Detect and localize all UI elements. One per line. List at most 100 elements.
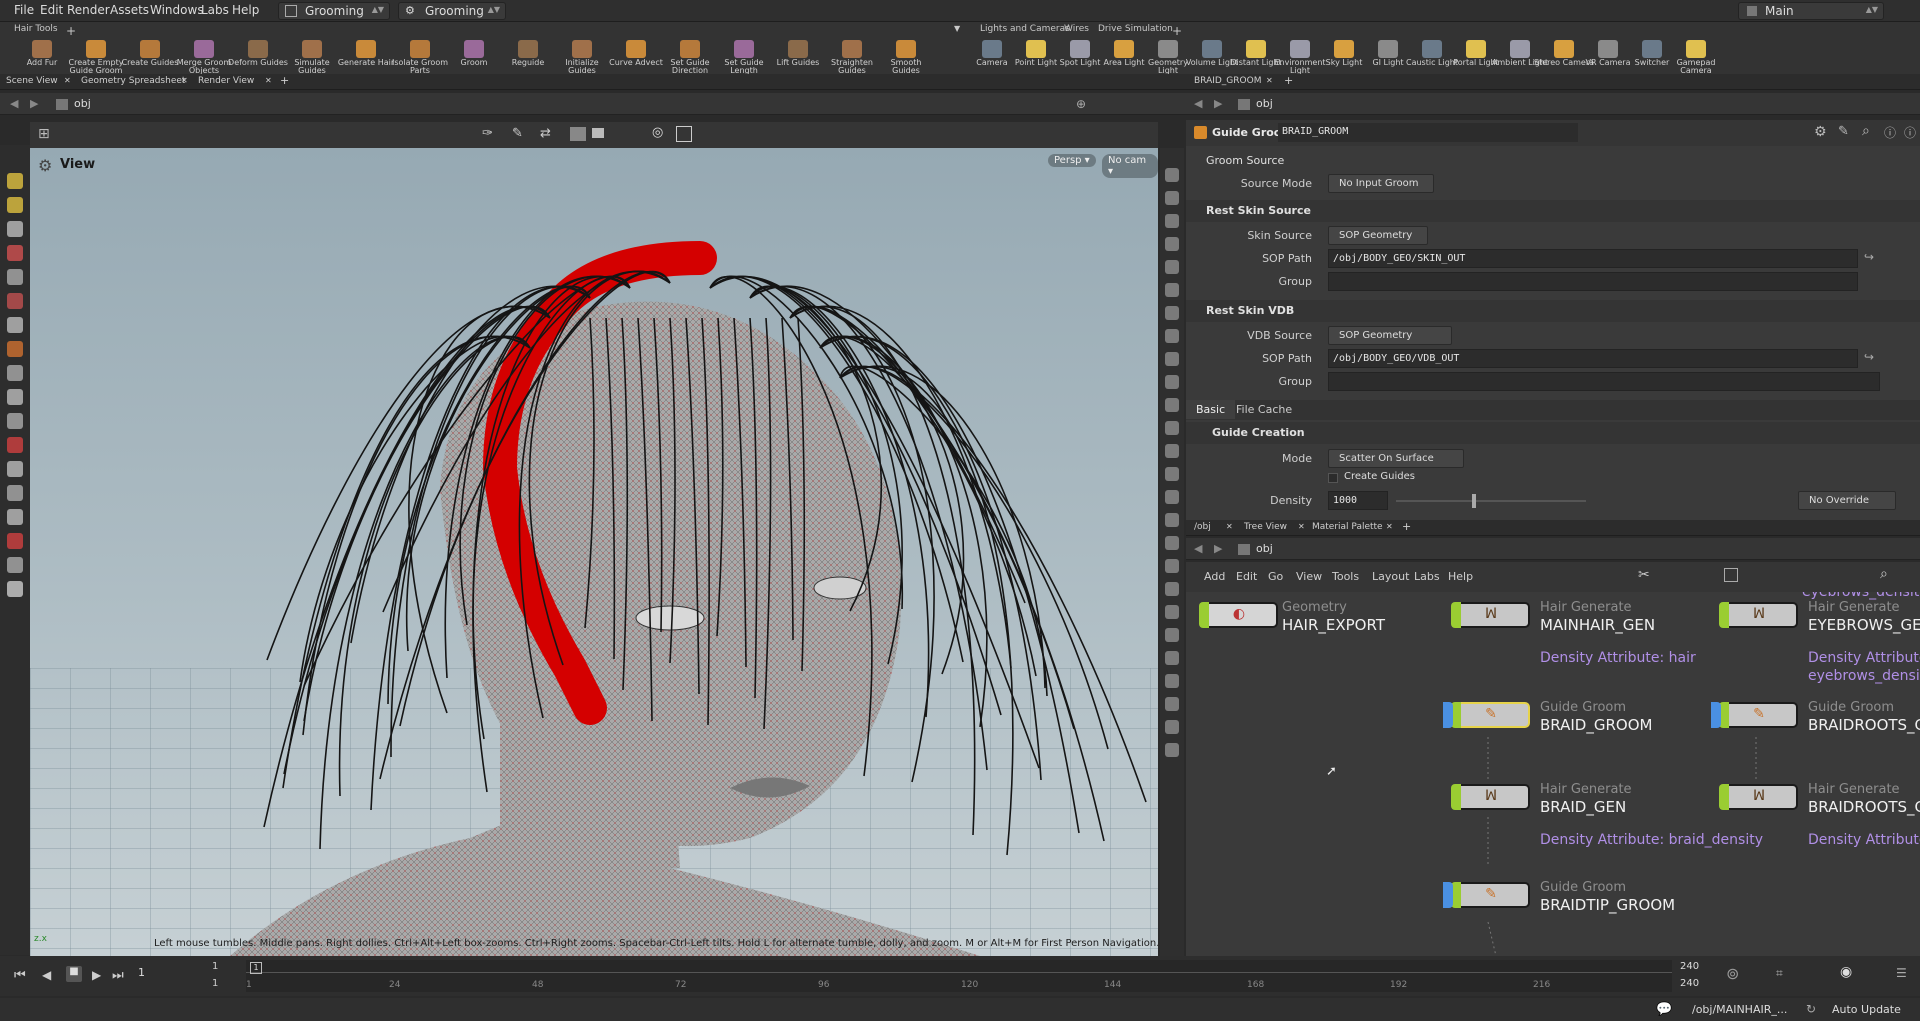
display-option-icon[interactable] bbox=[1165, 559, 1179, 573]
stop-icon[interactable]: ■ bbox=[66, 966, 82, 982]
start-frame[interactable]: 1 bbox=[212, 961, 218, 972]
tools-icon[interactable]: ✂ bbox=[1638, 567, 1650, 583]
viewport-tool-icon[interactable] bbox=[7, 557, 23, 573]
add-shelf-icon[interactable]: + bbox=[66, 24, 76, 38]
sop-path-field[interactable]: /obj/BODY_GEO/SKIN_OUT bbox=[1328, 249, 1858, 268]
viewport-tool-icon[interactable] bbox=[7, 461, 23, 477]
tab-obj[interactable]: /obj bbox=[1194, 522, 1211, 532]
shelf-tool-create-empty-guide-groom[interactable]: Create Empty Guide Groom bbox=[66, 40, 126, 78]
tab-basic[interactable]: Basic bbox=[1186, 400, 1236, 419]
close-icon[interactable]: ✕ bbox=[64, 76, 71, 85]
override-dropdown[interactable]: No Override bbox=[1798, 491, 1896, 510]
viewport-tool-icon[interactable] bbox=[7, 317, 23, 333]
snapshot-icon[interactable] bbox=[676, 126, 692, 142]
display-option-icon[interactable] bbox=[1165, 398, 1179, 412]
forward-icon[interactable]: ▶ bbox=[30, 97, 38, 110]
swap-icon[interactable]: ⇄ bbox=[540, 126, 551, 141]
viewport[interactable]: ⚙ View Persp ▾ No cam ▾ z.x Left mouse t… bbox=[30, 148, 1158, 956]
persp-menu[interactable]: Persp ▾ bbox=[1048, 154, 1096, 167]
start-frame-2[interactable]: 1 bbox=[212, 978, 218, 989]
current-frame-marker[interactable]: 1 bbox=[250, 962, 262, 974]
shelf-menu-icon[interactable]: ▼ bbox=[954, 24, 960, 33]
shelf-tool-straighten-guides[interactable]: Straighten Guides bbox=[822, 40, 882, 78]
selected-flag[interactable] bbox=[1443, 702, 1453, 728]
display-flag[interactable] bbox=[1719, 602, 1729, 628]
shelf-tab-lights[interactable]: Lights and Cameras bbox=[980, 24, 1070, 34]
pin-icon[interactable]: ⊕ bbox=[1076, 97, 1086, 111]
display-option-icon[interactable] bbox=[1165, 329, 1179, 343]
shelf-tool-create-guides[interactable]: Create Guides bbox=[120, 40, 180, 78]
close-icon[interactable]: ✕ bbox=[1298, 522, 1305, 531]
camera-icon[interactable]: ◎ bbox=[652, 125, 663, 140]
brush-icon[interactable]: ✎ bbox=[1838, 124, 1849, 139]
density-field[interactable]: 1000 bbox=[1328, 491, 1388, 510]
auto-update-menu[interactable]: Auto Update bbox=[1832, 1003, 1901, 1016]
timeline-bar[interactable]: 1 1 24 48 72 96 120 144 168 192 216 bbox=[246, 960, 1672, 992]
back-icon[interactable]: ◀ bbox=[1194, 542, 1202, 555]
network-editor[interactable]: eyebrows_density ◐ Geometry HAIR_EXPORT … bbox=[1186, 592, 1920, 956]
menu-edit[interactable]: Edit bbox=[1236, 570, 1257, 583]
shelf-tool-merge-groom-objects[interactable]: Merge Groom Objects bbox=[174, 40, 234, 78]
desktop-select[interactable]: Grooming ▲▼ bbox=[278, 2, 390, 20]
menu-render[interactable]: Render bbox=[67, 3, 110, 17]
forward-icon[interactable]: ▶ bbox=[1214, 97, 1222, 110]
tab-scene-view[interactable]: Scene View bbox=[6, 76, 58, 86]
close-icon[interactable]: ✕ bbox=[181, 76, 188, 85]
viewport-tool-icon[interactable] bbox=[7, 509, 23, 525]
gear-icon[interactable]: ⚙ bbox=[1814, 124, 1827, 140]
display-icon[interactable] bbox=[570, 127, 586, 141]
camera-menu[interactable]: No cam ▾ bbox=[1102, 154, 1158, 178]
skin-source-dropdown[interactable]: SOP Geometry bbox=[1328, 226, 1428, 245]
create-guides-checkbox[interactable] bbox=[1328, 473, 1338, 483]
context-select[interactable]: ⚙ Grooming ▲▼ bbox=[398, 2, 506, 20]
main-select[interactable]: Main ▲▼ bbox=[1738, 2, 1884, 20]
viewport-tool-icon[interactable] bbox=[7, 389, 23, 405]
display-option-icon[interactable] bbox=[1165, 283, 1179, 297]
menu-view[interactable]: View bbox=[1296, 570, 1322, 583]
jump-start-icon[interactable]: ⏮ bbox=[14, 968, 26, 983]
group-field[interactable] bbox=[1328, 272, 1858, 291]
end-frame-2[interactable]: 240 bbox=[1680, 978, 1699, 989]
shelf-tool-curve-advect[interactable]: Curve Advect bbox=[606, 40, 666, 78]
tab-tree-view[interactable]: Tree View bbox=[1244, 522, 1287, 532]
display-option-icon[interactable] bbox=[1165, 720, 1179, 734]
section-groom-source[interactable]: Groom Source bbox=[1186, 150, 1920, 172]
play-reverse-icon[interactable]: ◀ bbox=[42, 968, 51, 982]
shelf-tab-drive-sim[interactable]: Drive Simulation bbox=[1098, 24, 1173, 34]
add-tab-icon[interactable]: + bbox=[1284, 74, 1293, 87]
viewport-tool-icon[interactable] bbox=[7, 365, 23, 381]
selected-flag[interactable] bbox=[1711, 702, 1721, 728]
display-option-icon[interactable] bbox=[1165, 237, 1179, 251]
close-icon[interactable]: ✕ bbox=[1386, 522, 1393, 531]
refresh-icon[interactable]: ↻ bbox=[1806, 1002, 1816, 1016]
shelf-tool-lift-guides[interactable]: Lift Guides bbox=[768, 40, 828, 78]
viewport-tool-icon[interactable] bbox=[7, 269, 23, 285]
shelf-tool-initialize-guides[interactable]: Initialize Guides bbox=[552, 40, 612, 78]
back-icon[interactable]: ◀ bbox=[1194, 97, 1202, 110]
realtime-icon[interactable]: ◉ bbox=[1840, 964, 1852, 980]
grid-menu-icon[interactable]: ⊞ bbox=[38, 126, 50, 142]
path-field[interactable]: obj bbox=[1256, 97, 1273, 110]
display-option-icon[interactable] bbox=[1165, 375, 1179, 389]
menu-windows[interactable]: Windows bbox=[150, 3, 204, 17]
display-option-icon[interactable] bbox=[1165, 582, 1179, 596]
viewport-tool-icon[interactable] bbox=[7, 533, 23, 549]
shelf-tool-isolate-groom-parts[interactable]: Isolate Groom Parts bbox=[390, 40, 450, 78]
close-icon[interactable]: ✕ bbox=[1226, 522, 1233, 531]
section-guide-creation[interactable]: Guide Creation bbox=[1186, 422, 1920, 444]
keyframe-tools-icon[interactable]: ⌗ bbox=[1776, 966, 1783, 981]
viewport-tool-icon[interactable] bbox=[7, 485, 23, 501]
section-rest-vdb[interactable]: Rest Skin VDB bbox=[1186, 300, 1920, 322]
source-mode-dropdown[interactable]: No Input Groom bbox=[1328, 174, 1434, 193]
close-icon[interactable]: ✕ bbox=[265, 76, 272, 85]
display-option-icon[interactable] bbox=[1165, 191, 1179, 205]
key-icon[interactable]: ⊚ bbox=[1726, 964, 1739, 983]
display-option-icon[interactable] bbox=[1165, 214, 1179, 228]
viewport-tool-icon[interactable] bbox=[7, 437, 23, 453]
menu-assets[interactable]: Assets bbox=[110, 3, 149, 17]
menu-go[interactable]: Go bbox=[1268, 570, 1283, 583]
display-option-icon[interactable] bbox=[1165, 421, 1179, 435]
node-name-field[interactable]: BRAID_GROOM bbox=[1278, 123, 1578, 142]
menu-layout[interactable]: Layout bbox=[1372, 570, 1409, 583]
display-option-icon[interactable] bbox=[1165, 605, 1179, 619]
